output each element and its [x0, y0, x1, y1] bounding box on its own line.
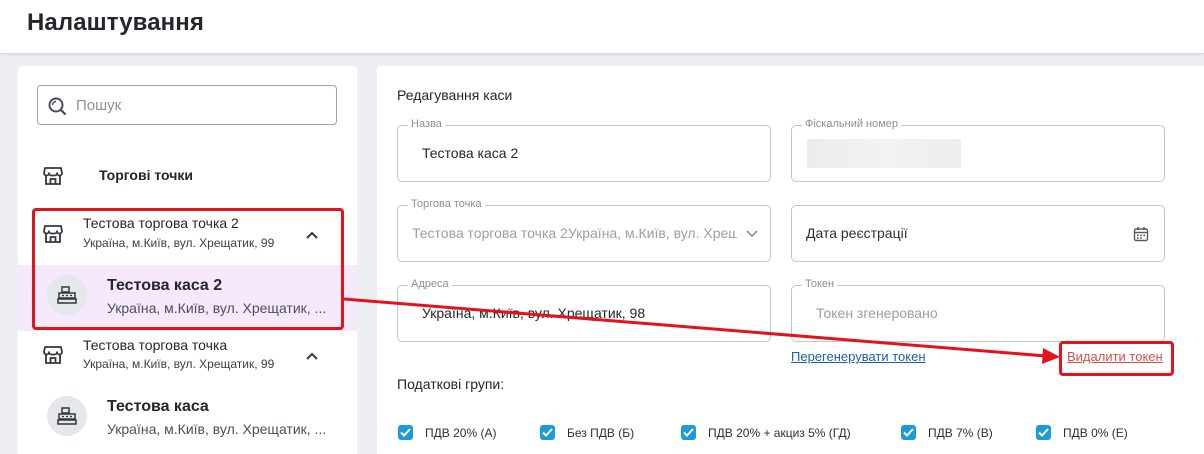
annotation-arrow [343, 297, 1060, 364]
